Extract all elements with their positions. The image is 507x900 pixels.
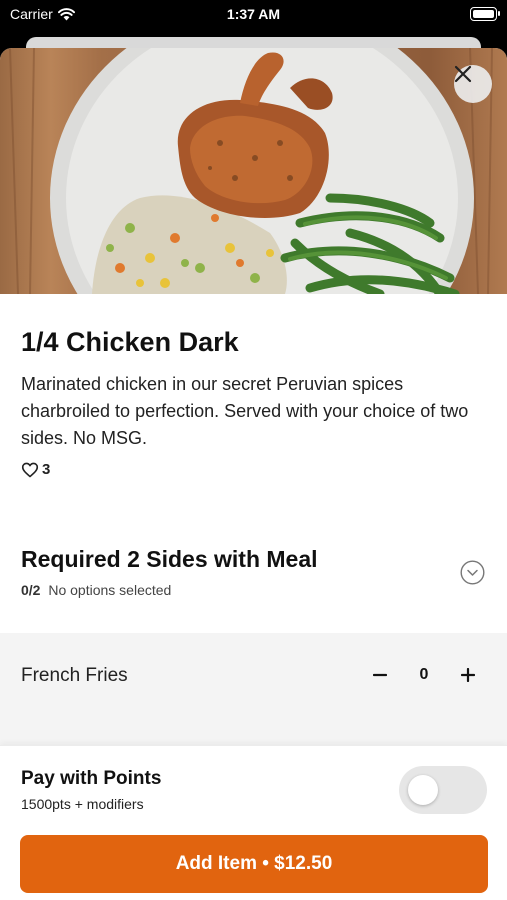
item-detail-sheet: 1/4 Chicken Dark Marinated chicken in ou… xyxy=(0,48,507,900)
close-icon xyxy=(454,65,472,83)
like-count: 3 xyxy=(42,461,51,478)
decrement-button[interactable] xyxy=(361,656,399,694)
chicken-plate-image xyxy=(9,48,493,294)
modifier-group-status: 0/2 No options selected xyxy=(21,582,171,598)
list-item: French Fries 0 xyxy=(0,633,507,717)
item-description: Marinated chicken in our secret Peruvian… xyxy=(21,374,469,448)
heart-icon xyxy=(21,462,39,477)
modifier-group-title: Required 2 Sides with Meal xyxy=(21,546,318,572)
points-toggle[interactable] xyxy=(399,766,487,814)
battery-icon xyxy=(470,7,500,21)
selection-count: 0/2 xyxy=(21,582,41,598)
close-button[interactable] xyxy=(454,65,492,103)
points-title: Pay with Points xyxy=(21,768,162,789)
item-photo xyxy=(0,48,507,294)
modifier-options-list: French Fries 0 xyxy=(0,633,507,753)
chevron-down-icon xyxy=(460,560,485,585)
status-time: 1:37 AM xyxy=(226,6,281,22)
toggle-knob xyxy=(408,775,438,805)
item-title: 1/4 Chicken Dark xyxy=(21,327,239,357)
add-item-button[interactable]: Add Item • $12.50 xyxy=(20,835,488,893)
modifier-group-toggle[interactable] xyxy=(460,560,485,585)
increment-button[interactable] xyxy=(449,656,487,694)
minus-icon xyxy=(373,673,387,677)
plus-icon xyxy=(461,668,475,682)
status-bar: Carrier 1:37 AM xyxy=(0,0,507,30)
quantity-stepper: 0 xyxy=(361,656,487,694)
like-button[interactable]: 3 xyxy=(21,461,50,478)
checkout-footer: Pay with Points 1500pts + modifiers Add … xyxy=(0,745,507,900)
points-subtitle: 1500pts + modifiers xyxy=(21,796,144,812)
quantity-value: 0 xyxy=(419,666,429,683)
option-label: French Fries xyxy=(21,665,128,686)
selection-status: No options selected xyxy=(48,582,172,598)
